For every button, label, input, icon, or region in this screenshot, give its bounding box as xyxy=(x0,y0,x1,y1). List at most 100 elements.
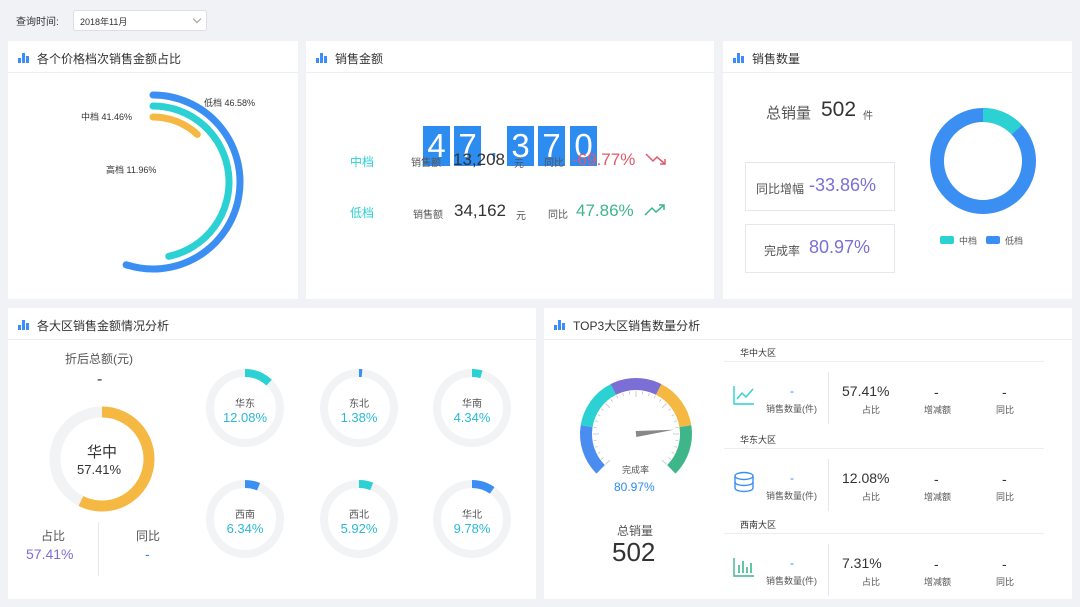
gauge-tick xyxy=(594,420,599,423)
inc-value: - xyxy=(934,384,939,400)
yoy-value: - xyxy=(1002,384,1007,400)
region-name: 华北 xyxy=(462,510,482,521)
gauge-segment xyxy=(666,425,692,474)
region-ring-item: 华南 4.34% xyxy=(431,367,513,449)
yoy-value: - xyxy=(1002,556,1007,572)
legend-low: 低档 xyxy=(1005,236,1024,246)
main-region-name: 华中 xyxy=(87,444,118,461)
donut-mid xyxy=(982,108,1022,135)
bar-chart-icon xyxy=(316,52,328,63)
gauge-tick xyxy=(673,420,678,423)
rate-value: 80.97% xyxy=(809,237,871,257)
yoy-label: 同比 xyxy=(996,405,1015,415)
yoy-value: - xyxy=(145,546,150,562)
inc-label: 增减额 xyxy=(924,577,952,587)
divider xyxy=(828,459,829,511)
amount-label: 销售额 xyxy=(411,158,441,169)
month-select[interactable]: 2018年11月 xyxy=(73,10,207,31)
trend-down-icon xyxy=(645,153,666,165)
top-bar: 查询时间: 2018年11月 xyxy=(0,0,1080,40)
qty-value: - xyxy=(790,384,794,398)
total-label: 总销量 xyxy=(766,105,812,122)
share-value: 7.31% xyxy=(842,555,882,571)
top3-region-row: 华东大区 - 销售数量(件) 12.08% 占比 - 增减额 - 同比 xyxy=(724,431,1044,513)
discount-label: 折后总额(元) xyxy=(65,352,133,366)
gauge-tick xyxy=(647,392,650,397)
label-mid: 中档 41.46% xyxy=(81,112,133,122)
region-title: 华中大区 xyxy=(740,348,777,358)
label-high: 高档 11.96% xyxy=(106,165,157,175)
gauge-tick xyxy=(597,414,601,417)
database-icon xyxy=(732,471,756,493)
region-name: 西南 xyxy=(235,510,255,521)
region-sales-panel: 各大区销售金额情况分析 折后总额(元) - 华中 57.41% 占比 57.41… xyxy=(8,308,536,599)
share-value: 57.41% xyxy=(842,383,890,399)
yoy-value: 47.86% xyxy=(576,201,634,220)
top3-region-row: 华中大区 - 销售数量(件) 57.41% 占比 - 增减额 - 同比 xyxy=(724,344,1044,426)
region-title: 华东大区 xyxy=(740,435,777,445)
gauge-tick xyxy=(653,395,656,399)
region-ring-item: 华东 12.08% xyxy=(204,367,286,449)
inc-label: 增减额 xyxy=(924,492,952,502)
chevron-down-icon xyxy=(192,14,202,24)
total-value: 502 xyxy=(821,98,857,121)
amount-label: 销售额 xyxy=(413,210,443,221)
panel-title: 销售金额 xyxy=(335,52,384,66)
rate-label: 完成率 xyxy=(764,244,801,258)
qty-label: 销售数量(件) xyxy=(766,491,817,501)
gauge-tick xyxy=(668,408,672,411)
trend-up-icon xyxy=(644,204,665,216)
label-low: 低档 46.58% xyxy=(204,98,256,108)
yoy-label: 同比 xyxy=(996,492,1015,502)
panel-title: 各大区销售金额情况分析 xyxy=(37,319,170,333)
discount-value: - xyxy=(97,371,103,388)
region-value: 9.78% xyxy=(453,521,491,536)
ring-progress xyxy=(471,480,495,494)
gauge-tick xyxy=(661,459,667,465)
qty-label: 销售数量(件) xyxy=(766,576,817,586)
bar-chart-icon xyxy=(733,52,745,63)
line-chart-icon xyxy=(732,384,756,406)
yoy-label: 同比增幅 xyxy=(756,182,805,196)
inc-value: - xyxy=(934,471,939,487)
legend-mid: 中档 xyxy=(959,236,978,246)
gauge-segment xyxy=(580,425,606,474)
panel-header: 销售金额 xyxy=(306,41,714,73)
inc-value: - xyxy=(934,556,939,572)
gauge-tick xyxy=(622,392,625,397)
amount-value: 13,208 xyxy=(453,150,505,169)
legend-swatch-mid xyxy=(940,236,954,244)
yoy-box: 同比增幅 -33.86% xyxy=(745,162,895,211)
region-ring-item: 西北 5.92% xyxy=(318,478,400,560)
gauge-segment xyxy=(610,378,662,395)
gauge-tick xyxy=(605,459,611,465)
panel-header: 销售数量 xyxy=(723,41,1072,73)
yoy-value: - xyxy=(1002,471,1007,487)
panel-title: 销售数量 xyxy=(752,52,801,66)
share-value: 57.41% xyxy=(26,546,74,562)
divider xyxy=(724,448,1044,449)
bar-chart-icon xyxy=(18,319,30,330)
share-label: 占比 xyxy=(862,577,881,587)
panel-header: 各大区销售金额情况分析 xyxy=(8,308,536,340)
gauge-tick xyxy=(616,395,619,399)
gauge-tick xyxy=(594,445,599,448)
gauge-tick xyxy=(600,457,604,460)
gauge-tick xyxy=(673,445,678,448)
region-name: 东北 xyxy=(349,399,369,410)
share-label: 占比 xyxy=(862,405,881,415)
region-name: 西北 xyxy=(349,510,369,521)
gauge-tick xyxy=(659,398,662,402)
divider xyxy=(724,533,1044,534)
gauge-tick xyxy=(597,451,601,454)
gauge-needle xyxy=(635,429,674,437)
region-name: 华东 xyxy=(235,399,255,410)
sales-quantity-panel: 销售数量 总销量 502 件 同比增幅 -33.86% 完成率 80.97% 中… xyxy=(723,41,1072,299)
divider xyxy=(98,522,99,576)
share-value: 12.08% xyxy=(842,470,890,486)
quantity-donut xyxy=(930,108,1036,214)
region-title: 西南大区 xyxy=(740,520,777,530)
region-value: 1.38% xyxy=(340,410,378,425)
gauge-tick xyxy=(661,403,667,409)
yoy-label: 同比 xyxy=(548,210,568,221)
